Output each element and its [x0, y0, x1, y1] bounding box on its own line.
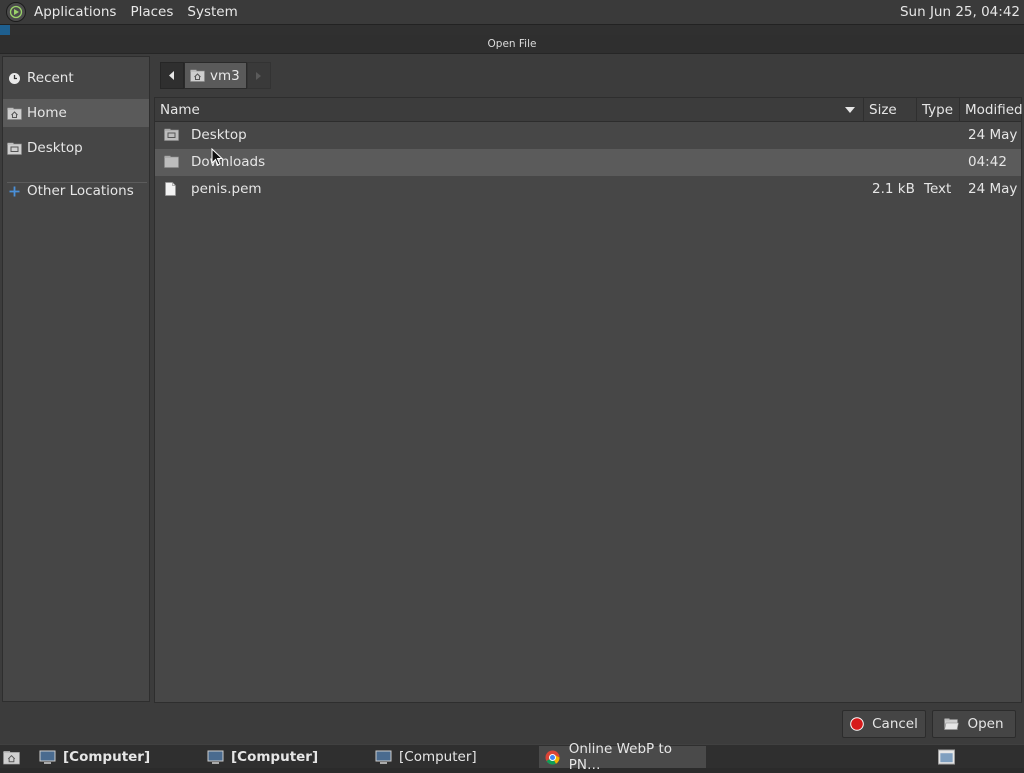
chevron-left-icon [169, 71, 174, 80]
sidebar-item-label: Recent [27, 70, 74, 86]
file-modified: 04:42 [968, 154, 1007, 170]
open-button-label: Open [967, 716, 1004, 732]
workspace-icon [938, 749, 955, 765]
column-header-size[interactable]: Size [864, 98, 917, 122]
taskbar-item-chrome[interactable]: Online WebP to PN… [539, 741, 706, 773]
sidebar-item-other-locations[interactable]: Other Locations [3, 177, 149, 205]
dialog-action-area: Cancel Open [0, 704, 1024, 744]
file-row-desktop[interactable]: Desktop 24 May [155, 122, 1021, 149]
dialog-title: Open File [0, 35, 1024, 54]
taskbar-item-computer-1[interactable]: [Computer] [33, 746, 195, 768]
home-folder-icon [7, 106, 22, 120]
sidebar-item-label: Desktop [27, 140, 83, 156]
taskbar-item-label: Online WebP to PN… [568, 741, 673, 773]
open-folder-icon [944, 718, 960, 730]
clock-icon [7, 71, 22, 85]
taskbar: [Computer] [Computer] [Computer] Online … [0, 741, 1024, 773]
sidebar-item-recent[interactable]: Recent [3, 64, 149, 92]
file-modified: 24 May [968, 181, 1018, 197]
file-list: Name Size Type Modified Desktop 24 May D… [154, 97, 1023, 703]
distro-logo-icon[interactable] [6, 2, 26, 22]
file-icon [164, 182, 179, 196]
menu-system[interactable]: System [180, 0, 244, 25]
sidebar-item-home[interactable]: Home [3, 99, 149, 127]
column-header-label: Size [869, 102, 897, 118]
computer-icon [39, 750, 56, 765]
chrome-icon [545, 750, 562, 765]
file-row-penis-pem[interactable]: penis.pem 2.1 kB Text 24 May [155, 176, 1021, 203]
column-header-modified[interactable]: Modified [960, 98, 1023, 122]
path-forward-button[interactable] [246, 62, 271, 89]
column-header-label: Type [922, 102, 954, 118]
file-name: Downloads [191, 154, 266, 170]
file-modified: 24 May [968, 127, 1018, 143]
sort-descending-icon [845, 107, 855, 113]
background-window-strip [0, 25, 1024, 35]
sidebar-item-label: Home [27, 105, 67, 121]
taskbar-item-label: [Computer] [231, 749, 319, 765]
home-folder-icon [190, 69, 205, 82]
file-size: 2.1 kB [872, 181, 915, 197]
workspace-switcher[interactable] [934, 746, 960, 768]
taskbar-item-label: [Computer] [63, 749, 151, 765]
sidebar-item-label: Other Locations [27, 183, 134, 199]
path-back-button[interactable] [160, 62, 184, 89]
menu-applications[interactable]: Applications [27, 0, 123, 25]
open-button[interactable]: Open [932, 710, 1016, 738]
mouse-cursor-icon [211, 148, 223, 166]
folder-icon [164, 155, 179, 169]
cancel-button-label: Cancel [872, 716, 918, 732]
desktop-folder-icon [7, 141, 22, 155]
path-bar: vm3 [160, 62, 271, 89]
computer-icon [207, 750, 224, 765]
open-file-dialog: Open File Recent Home Desktop Other Loca [0, 35, 1024, 744]
taskbar-item-computer-2[interactable]: [Computer] [201, 746, 363, 768]
column-header-type[interactable]: Type [917, 98, 960, 122]
column-header-label: Name [160, 102, 200, 118]
menu-places[interactable]: Places [123, 0, 180, 25]
taskbar-item-computer-3[interactable]: [Computer] [369, 746, 533, 768]
path-crumb-label: vm3 [210, 67, 240, 84]
path-crumb-home[interactable]: vm3 [184, 62, 247, 89]
taskbar-item-label: [Computer] [399, 749, 477, 765]
file-type: Text [924, 181, 952, 197]
sidebar-item-desktop[interactable]: Desktop [3, 134, 149, 162]
clock[interactable]: Sun Jun 25, 04:42 [900, 0, 1020, 25]
show-desktop-button[interactable] [0, 746, 28, 768]
home-folder-icon [3, 750, 20, 765]
file-list-header: Name Size Type Modified [155, 98, 1023, 122]
folder-icon [164, 128, 179, 142]
file-name: Desktop [191, 127, 247, 143]
cancel-icon [850, 717, 864, 731]
top-panel: Applications Places System Sun Jun 25, 0… [0, 0, 1024, 25]
plus-icon [7, 184, 22, 198]
cancel-button[interactable]: Cancel [842, 710, 926, 738]
column-header-label: Modified [965, 102, 1023, 118]
chevron-right-icon [256, 71, 262, 80]
file-name: penis.pem [191, 181, 262, 197]
computer-icon [375, 750, 392, 765]
column-header-name[interactable]: Name [155, 98, 864, 122]
places-sidebar: Recent Home Desktop Other Locations [2, 56, 150, 702]
file-row-downloads[interactable]: Downloads 04:42 [155, 149, 1021, 176]
